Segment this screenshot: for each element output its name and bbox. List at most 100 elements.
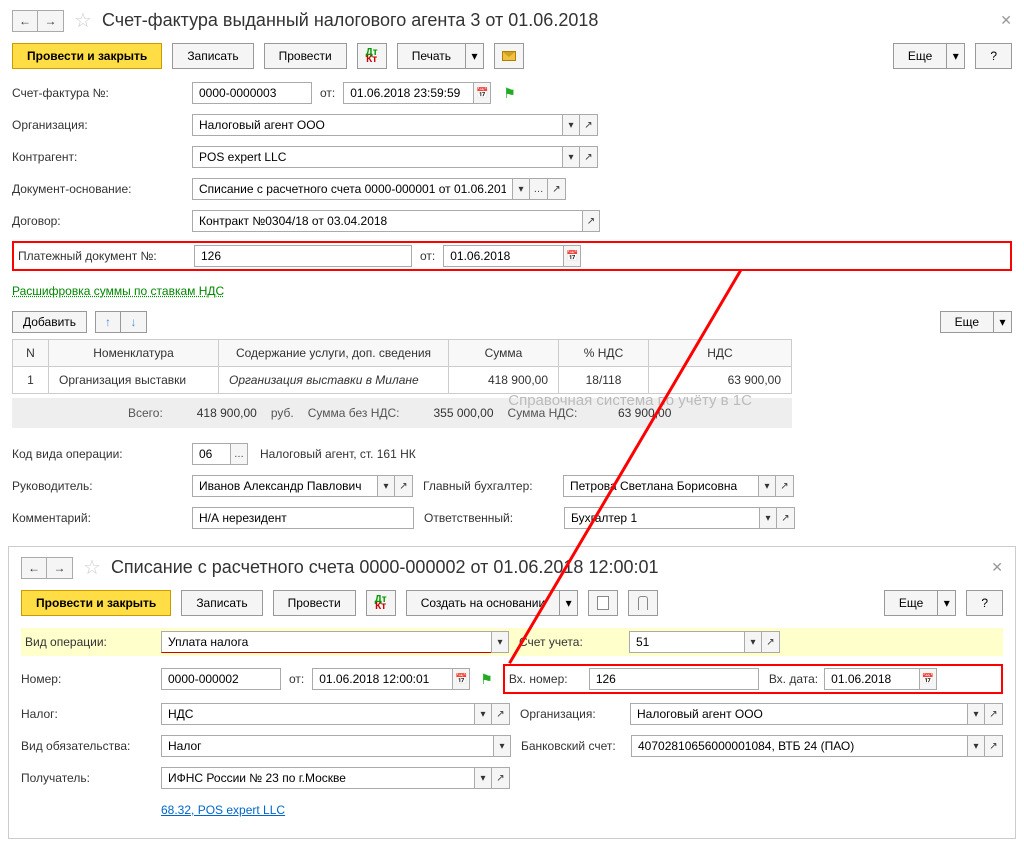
save-button[interactable]: Записать bbox=[172, 43, 253, 69]
vat-breakdown-link[interactable]: Расшифровка суммы по ставкам НДС bbox=[12, 284, 224, 298]
tax-dropdown-icon[interactable]: ▾ bbox=[474, 703, 492, 725]
col-vat: НДС bbox=[649, 340, 792, 367]
col-desc: Содержание услуги, доп. сведения bbox=[219, 340, 449, 367]
cp-dropdown-icon[interactable]: ▾ bbox=[562, 146, 580, 168]
pay-calendar-icon[interactable]: 📅 bbox=[563, 245, 581, 267]
resp-dropdown-icon[interactable]: ▾ bbox=[759, 507, 777, 529]
op-type-input[interactable] bbox=[161, 631, 491, 653]
num-label-2: Номер: bbox=[21, 672, 161, 686]
org-dropdown-icon[interactable]: ▾ bbox=[562, 114, 580, 136]
pay-doc-input[interactable] bbox=[194, 245, 412, 267]
favorite-icon[interactable]: ☆ bbox=[74, 8, 92, 33]
head-open-icon[interactable]: ↗ bbox=[395, 475, 413, 497]
base-dropdown-icon[interactable]: ▾ bbox=[512, 178, 530, 200]
more-button[interactable]: Еще bbox=[893, 43, 947, 69]
bank-open-icon[interactable]: ↗ bbox=[985, 735, 1003, 757]
op-type-dropdown-icon[interactable]: ▾ bbox=[491, 631, 509, 653]
help-button[interactable]: ? bbox=[975, 43, 1012, 69]
close-icon[interactable]: ✕ bbox=[1000, 12, 1012, 29]
post-button[interactable]: Провести bbox=[264, 43, 347, 69]
bank-input[interactable] bbox=[631, 735, 967, 757]
email-button[interactable] bbox=[494, 43, 524, 69]
counterparty-input[interactable] bbox=[192, 146, 562, 168]
save-button-2[interactable]: Записать bbox=[181, 590, 262, 616]
post-button-2[interactable]: Провести bbox=[273, 590, 356, 616]
dtkt-button-2[interactable]: ДтКт bbox=[366, 590, 396, 616]
table-more-dropdown[interactable]: ▾ bbox=[994, 311, 1012, 333]
post-close-button-2[interactable]: Провести и закрыть bbox=[21, 590, 171, 616]
org-input[interactable] bbox=[192, 114, 562, 136]
comment-input[interactable] bbox=[192, 507, 414, 529]
bank-dropdown-icon[interactable]: ▾ bbox=[967, 735, 985, 757]
acc-dropdown-icon[interactable]: ▾ bbox=[758, 475, 776, 497]
cp-open-icon[interactable]: ↗ bbox=[580, 146, 598, 168]
account-link[interactable]: 68.32, POS expert LLC bbox=[161, 803, 285, 817]
in-num-input[interactable] bbox=[589, 668, 759, 690]
base-more-icon[interactable]: … bbox=[530, 178, 548, 200]
org-input-2[interactable] bbox=[630, 703, 967, 725]
org-open-icon-2[interactable]: ↗ bbox=[985, 703, 1003, 725]
print-button[interactable]: Печать bbox=[397, 43, 466, 69]
col-sum: Сумма bbox=[449, 340, 559, 367]
account-dropdown-icon[interactable]: ▾ bbox=[744, 631, 762, 653]
op-code-input[interactable] bbox=[192, 443, 230, 465]
head-dropdown-icon[interactable]: ▾ bbox=[377, 475, 395, 497]
receiver-input[interactable] bbox=[161, 767, 474, 789]
pay-date-input[interactable] bbox=[443, 245, 563, 267]
move-up-button[interactable]: ↑ bbox=[95, 311, 121, 333]
receiver-dropdown-icon[interactable]: ▾ bbox=[474, 767, 492, 789]
window-title: Счет-фактура выданный налогового агента … bbox=[102, 10, 994, 31]
bank-label: Банковский счет: bbox=[521, 739, 631, 753]
table-more-button[interactable]: Еще bbox=[940, 311, 994, 333]
in-calendar-icon[interactable]: 📅 bbox=[919, 668, 937, 690]
head-label: Руководитель: bbox=[12, 479, 192, 493]
org-dropdown-icon-2[interactable]: ▾ bbox=[967, 703, 985, 725]
in-date-input[interactable] bbox=[824, 668, 919, 690]
account-input[interactable] bbox=[629, 631, 744, 653]
create-based-dropdown[interactable]: ▾ bbox=[560, 590, 578, 616]
create-based-button[interactable]: Создать на основании bbox=[406, 590, 561, 616]
help-button-2[interactable]: ? bbox=[966, 590, 1003, 616]
attach-button[interactable] bbox=[628, 590, 658, 616]
print-dropdown[interactable]: ▾ bbox=[466, 43, 484, 69]
account-open-icon[interactable]: ↗ bbox=[762, 631, 780, 653]
num-input-2[interactable] bbox=[161, 668, 281, 690]
post-close-button[interactable]: Провести и закрыть bbox=[12, 43, 162, 69]
invoice-date-input[interactable] bbox=[343, 82, 473, 104]
more-dropdown[interactable]: ▾ bbox=[947, 43, 965, 69]
obligation-dropdown-icon[interactable]: ▾ bbox=[493, 735, 511, 757]
contract-input[interactable] bbox=[192, 210, 582, 232]
resp-open-icon[interactable]: ↗ bbox=[777, 507, 795, 529]
more-dropdown-2[interactable]: ▾ bbox=[938, 590, 956, 616]
table-row[interactable]: 1 Организация выставки Организация выста… bbox=[13, 367, 792, 394]
acc-open-icon[interactable]: ↗ bbox=[776, 475, 794, 497]
doc-button[interactable] bbox=[588, 590, 618, 616]
add-button[interactable]: Добавить bbox=[12, 311, 87, 333]
invoice-num-input[interactable] bbox=[192, 82, 312, 104]
back-button[interactable]: ← bbox=[12, 10, 38, 32]
move-down-button[interactable]: ↓ bbox=[121, 311, 147, 333]
favorite-icon-2[interactable]: ☆ bbox=[83, 555, 101, 580]
date-input-2[interactable] bbox=[312, 668, 452, 690]
more-button-2[interactable]: Еще bbox=[884, 590, 938, 616]
calendar-icon[interactable]: 📅 bbox=[473, 82, 491, 104]
chief-acc-input[interactable] bbox=[563, 475, 758, 497]
op-code-browse-icon[interactable]: … bbox=[230, 443, 248, 465]
in-num-label: Вх. номер: bbox=[509, 672, 589, 686]
responsible-input[interactable] bbox=[564, 507, 759, 529]
forward-button[interactable]: → bbox=[38, 10, 64, 32]
obligation-input[interactable] bbox=[161, 735, 493, 757]
org-open-icon[interactable]: ↗ bbox=[580, 114, 598, 136]
base-doc-input[interactable] bbox=[192, 178, 512, 200]
tax-open-icon[interactable]: ↗ bbox=[492, 703, 510, 725]
close-icon-2[interactable]: ✕ bbox=[991, 559, 1003, 576]
back-button-2[interactable]: ← bbox=[21, 557, 47, 579]
head-input[interactable] bbox=[192, 475, 377, 497]
tax-input[interactable] bbox=[161, 703, 474, 725]
receiver-open-icon[interactable]: ↗ bbox=[492, 767, 510, 789]
dtkt-button[interactable]: ДтКт bbox=[357, 43, 387, 69]
base-open-icon[interactable]: ↗ bbox=[548, 178, 566, 200]
calendar-icon-2[interactable]: 📅 bbox=[452, 668, 470, 690]
forward-button-2[interactable]: → bbox=[47, 557, 73, 579]
contract-open-icon[interactable]: ↗ bbox=[582, 210, 600, 232]
